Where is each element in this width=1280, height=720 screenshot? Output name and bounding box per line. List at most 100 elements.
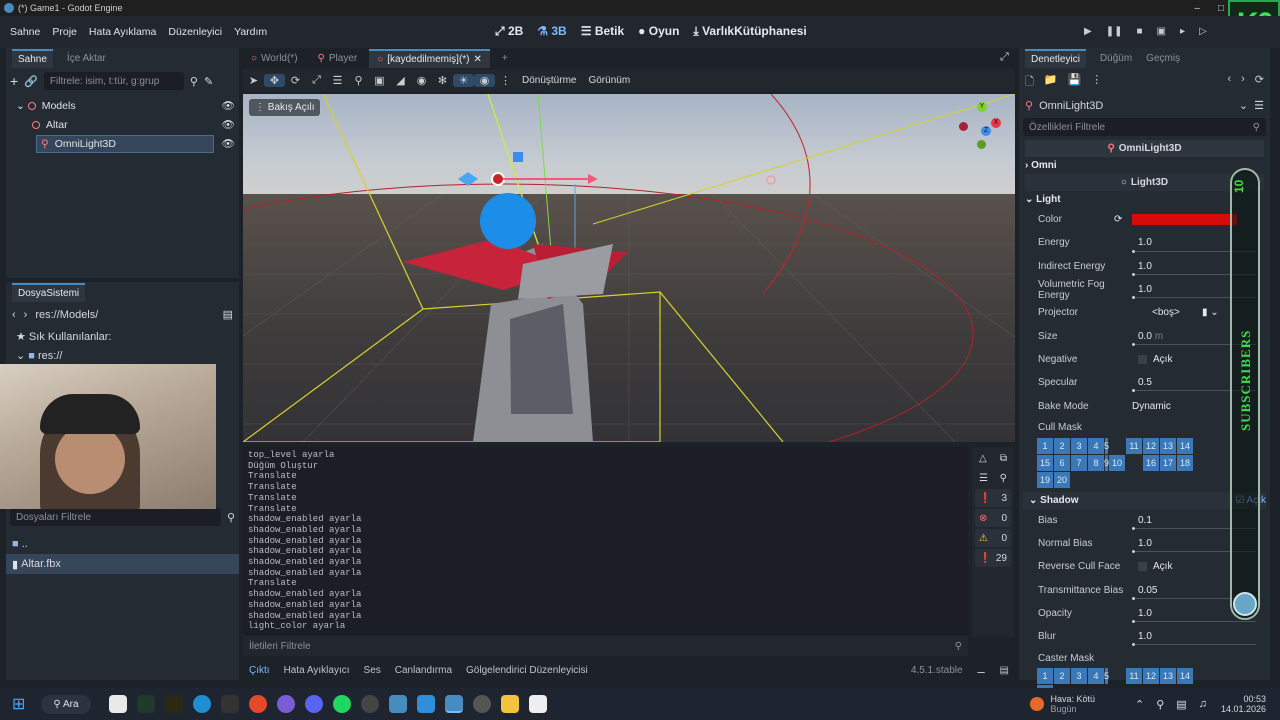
mask-layer-button[interactable]: 7: [1071, 454, 1087, 471]
notepad-icon[interactable]: [528, 695, 547, 713]
mask-layer-button[interactable]: 16: [1143, 454, 1159, 471]
script-attach-icon[interactable]: ✎: [204, 75, 213, 88]
reverse-cull-checkbox[interactable]: [1138, 562, 1147, 572]
color-picker-button[interactable]: [1132, 214, 1237, 226]
tree-node-omnilight[interactable]: ⚲ OmniLight3D 👁: [10, 134, 235, 153]
close-icon[interactable]: ✕: [474, 54, 482, 65]
mask-layer-button[interactable]: 4: [1088, 668, 1104, 685]
mask-layer-button[interactable]: 15: [1037, 454, 1053, 471]
object-props-icon[interactable]: ☰: [1254, 99, 1264, 112]
mask-layer-button[interactable]: 19: [1037, 471, 1053, 488]
tab-animation[interactable]: Canlandırma: [395, 665, 452, 676]
history-icon[interactable]: ⟳: [1255, 73, 1264, 92]
view-gizmo[interactable]: Y X Z: [953, 100, 1009, 156]
blur-slider[interactable]: [1132, 643, 1256, 647]
screen-3d-button[interactable]: ⚗ 3B: [537, 24, 566, 39]
discord-icon[interactable]: [304, 695, 323, 713]
open-icon[interactable]: 📁: [1044, 73, 1058, 92]
network-icon[interactable]: ▤: [1176, 698, 1186, 711]
mask-layer-button[interactable]: 13: [1160, 437, 1176, 454]
fs-root[interactable]: ⌄ ■ res://: [6, 346, 239, 365]
play-custom-icon[interactable]: ▷: [1199, 26, 1207, 37]
designer-icon[interactable]: [164, 695, 183, 713]
tab-player[interactable]: ⚲ Player: [310, 50, 366, 67]
maximize-icon[interactable]: □: [1218, 3, 1224, 14]
menu-help[interactable]: Yardım: [228, 26, 273, 38]
mask-layer-button[interactable]: 17: [1160, 454, 1176, 471]
mask-layer-button[interactable]: 11: [1126, 668, 1142, 685]
taskbar-search[interactable]: ⚲ Ara: [41, 694, 91, 714]
menu-scene[interactable]: Sahne: [4, 26, 46, 38]
tab-debugger[interactable]: Hata Ayıklayıcı: [284, 665, 350, 676]
sun-toggle-icon[interactable]: ☀: [453, 73, 474, 87]
message-count-button[interactable]: ❗ 3: [975, 489, 1011, 507]
local-space-icon[interactable]: ◉: [411, 74, 432, 87]
mask-layer-button[interactable]: 12: [1143, 668, 1159, 685]
windows-start-icon[interactable]: ⊞: [12, 694, 25, 714]
ruler-icon[interactable]: ◢: [390, 74, 411, 87]
section-omni[interactable]: › Omni: [1019, 157, 1270, 174]
save-icon[interactable]: 💾: [1068, 73, 1082, 92]
menu-editor[interactable]: Düzenleyici: [162, 26, 228, 38]
tab-filesystem[interactable]: DosyaSistemi: [12, 282, 86, 302]
opacity-value[interactable]: 1.0: [1132, 608, 1152, 619]
mask-layer-button[interactable]: 4: [1088, 437, 1104, 454]
indirect-energy-value[interactable]: 1.0: [1132, 261, 1152, 272]
fs-item-altar[interactable]: ▮ Altar.fbx: [6, 554, 239, 574]
godot-active-icon[interactable]: [444, 695, 463, 713]
mask-layer-button[interactable]: 13: [1160, 668, 1176, 685]
chevron-down-icon[interactable]: ⌄: [1239, 99, 1248, 112]
inspector-node-path[interactable]: ⚲ OmniLight3D ⌄ ☰: [1019, 97, 1270, 114]
photoshop-icon[interactable]: [136, 695, 155, 713]
bias-value[interactable]: 0.1: [1132, 515, 1152, 526]
fs-favorites[interactable]: ★ Sık Kullanılanlar:: [6, 327, 239, 346]
tree-node-models[interactable]: ⌄ Models 👁: [10, 96, 235, 115]
back-icon[interactable]: ‹: [12, 309, 16, 321]
environment-toggle-icon[interactable]: ◉: [474, 73, 495, 87]
terminal-icon[interactable]: [220, 695, 239, 713]
log-filter-input[interactable]: İletileri Filtrele ⚲: [243, 636, 968, 656]
revert-icon[interactable]: ⟳: [1114, 214, 1122, 225]
blur-value[interactable]: 1.0: [1132, 631, 1152, 642]
mask-layer-button[interactable]: 5: [1104, 668, 1109, 685]
property-filter-input[interactable]: Özellikleri Filtrele ⚲: [1023, 118, 1266, 136]
godot-taskbar-icon[interactable]: [388, 695, 407, 713]
visibility-icon[interactable]: 👁: [222, 99, 235, 112]
screen-app-icon[interactable]: [416, 695, 435, 713]
mask-layer-button[interactable]: 2: [1054, 668, 1070, 685]
link-icon[interactable]: 🔗: [24, 75, 38, 88]
rotate-tool-icon[interactable]: ⟳: [285, 74, 306, 87]
history-back-icon[interactable]: ‹: [1227, 73, 1231, 92]
forward-icon[interactable]: ›: [24, 309, 28, 321]
chatgpt-icon[interactable]: [472, 695, 491, 713]
filter-toggle-icon[interactable]: ☰ ⚲: [975, 469, 1011, 487]
screen-assetlib-button[interactable]: ⤓ VarlıkKütüphanesi: [693, 24, 806, 39]
more-icon[interactable]: ⋮: [1091, 73, 1102, 92]
editor-count-button[interactable]: ❗ 29: [975, 549, 1011, 567]
visibility-icon[interactable]: 👁: [222, 137, 235, 150]
play-icon[interactable]: ▶: [1084, 26, 1092, 37]
add-tab-icon[interactable]: +: [494, 50, 516, 67]
tab-unsaved[interactable]: ○ [kaydedilmemiş](*) ✕: [369, 48, 490, 68]
brave-icon[interactable]: [248, 695, 267, 713]
tab-scene[interactable]: Sahne: [12, 48, 53, 68]
mask-layer-button[interactable]: 8: [1088, 454, 1104, 471]
view-menu[interactable]: Görünüm: [582, 75, 636, 86]
mask-layer-button[interactable]: 12: [1143, 437, 1159, 454]
add-node-icon[interactable]: +: [10, 73, 18, 89]
normal-bias-value[interactable]: 1.0: [1132, 538, 1152, 549]
size-value[interactable]: 0.0: [1132, 331, 1152, 342]
file-explorer-icon[interactable]: [108, 695, 127, 713]
move-tool-icon[interactable]: ✥: [264, 73, 285, 87]
mask-layer-button[interactable]: 1: [1037, 668, 1053, 685]
folder-icon[interactable]: [500, 695, 519, 713]
weather-widget[interactable]: Hava: Kötü Bugün: [1030, 694, 1095, 714]
remote-debug-icon[interactable]: ▣: [1157, 26, 1166, 37]
viewport-3d[interactable]: ⋮ Bakış Açılı Y X Z: [243, 94, 1015, 442]
mask-layer-button[interactable]: 3: [1071, 437, 1087, 454]
mask-layer-button[interactable]: 3: [1071, 668, 1087, 685]
tree-node-altar[interactable]: Altar 👁: [10, 115, 235, 134]
microphone-icon[interactable]: ⚲: [1156, 698, 1164, 711]
more-icon[interactable]: ⋮: [495, 74, 516, 87]
distraction-free-icon[interactable]: ⤢: [1000, 51, 1009, 64]
